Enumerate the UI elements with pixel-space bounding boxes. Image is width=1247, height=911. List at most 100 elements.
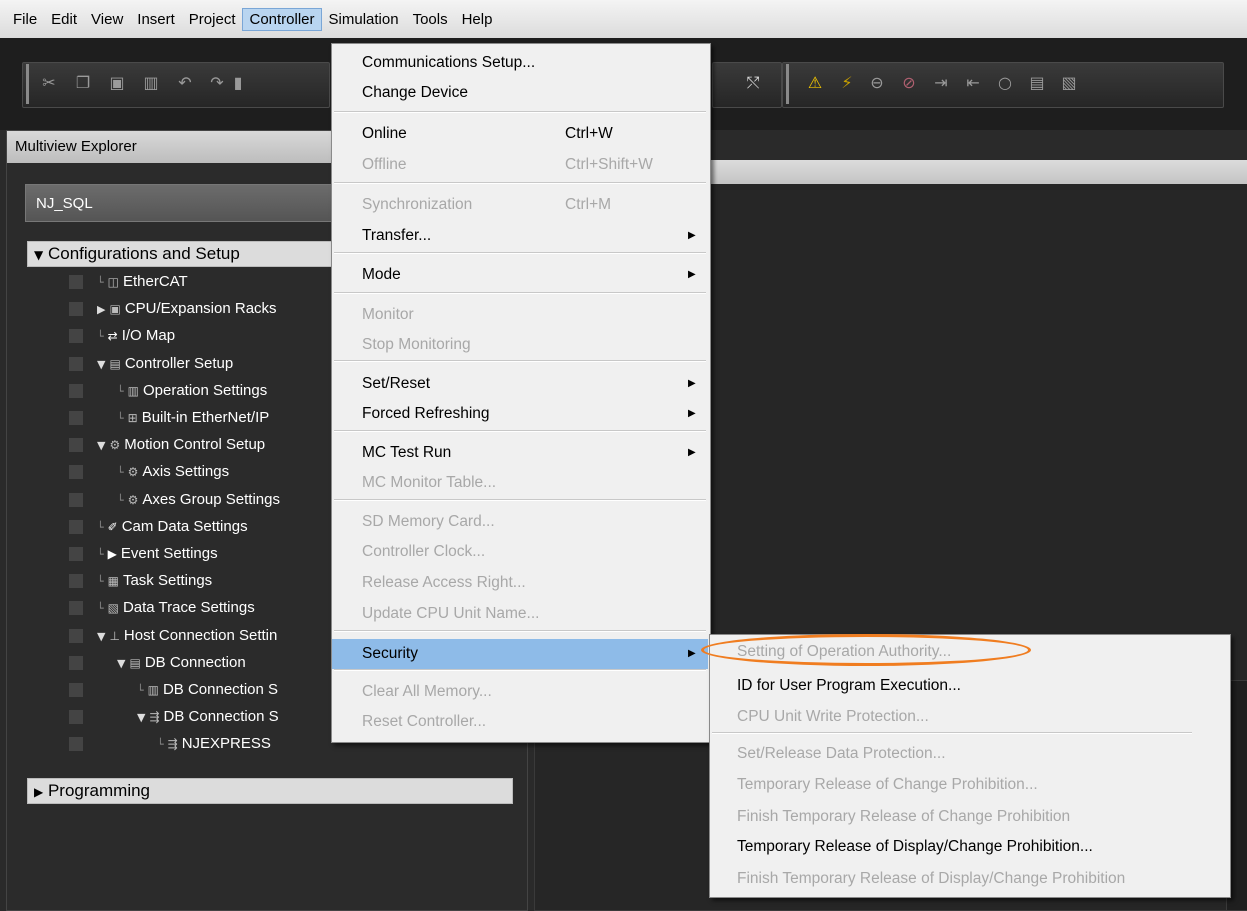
menu-insert[interactable]: Insert [130,8,182,31]
menu-item-stop-monitoring[interactable]: Stop Monitoring [332,330,708,360]
expand-icon: ▼ [34,248,44,262]
tree-item[interactable]: └ ⊞ Built-in EtherNet/IP [117,405,269,431]
undo-icon[interactable]: ↶ [174,72,196,94]
submenu-item-label: CPU Unit Write Protection... [737,708,929,725]
submenu-item-finish-temporary-release-of-change-prohibition[interactable]: Finish Temporary Release of Change Prohi… [710,802,1228,832]
expand-icon[interactable]: ▼ [97,358,105,371]
tree-item-label: Motion Control Setup [124,436,266,454]
submenu-item-setting-of-operation-authority[interactable]: Setting of Operation Authority... [710,637,1228,667]
submenu-item-temporary-release-of-change-prohibition[interactable]: Temporary Release of Change Prohibition.… [710,770,1228,800]
paste-icon[interactable]: ▣ [106,72,128,94]
menu-item-mc-test-run[interactable]: MC Test Run ▶ [332,438,708,468]
menu-item-reset-controller[interactable]: Reset Controller... [332,707,708,737]
tree-line-icon: └ [137,684,144,697]
menu-item-clear-all-memory[interactable]: Clear All Memory... [332,677,708,707]
submenu-item-set-release-data-protection[interactable]: Set/Release Data Protection... [710,739,1228,769]
menu-item-synchronization[interactable]: Synchronization Ctrl+M [332,190,708,220]
menu-project[interactable]: Project [182,8,243,31]
submenu-item-finish-temporary-release-of-display-change-prohibition[interactable]: Finish Temporary Release of Display/Chan… [710,864,1228,894]
tree-item[interactable]: ▼ ⊥ Host Connection Settin [97,623,277,649]
submenu-item-label: Finish Temporary Release of Display/Chan… [737,870,1126,887]
device-selector[interactable]: NJ_SQL [25,184,345,222]
tree-node-icon: ▣ [109,302,121,317]
menu-controller[interactable]: Controller [242,7,322,31]
programming-section[interactable]: ▶ Programming [27,778,513,804]
menu-item-shortcut: Ctrl+W [565,125,613,142]
compare-icon[interactable]: ○ [994,72,1016,94]
tree-item-checkbox [69,628,83,643]
menu-item-online[interactable]: Online Ctrl+W [332,119,708,149]
menu-item-mode[interactable]: Mode ▶ [332,260,708,290]
submenu-item-id-for-user-program-execution[interactable]: ID for User Program Execution... [710,671,1228,701]
menu-separator [334,111,706,113]
menu-item-controller-clock[interactable]: Controller Clock... [332,537,708,567]
rebuild-icon[interactable]: ▧ [1058,72,1080,94]
menu-simulation[interactable]: Simulation [322,8,406,31]
tree-item-label: DB Connection S [163,708,279,726]
tree-item[interactable]: └ ▥ Operation Settings [117,378,267,404]
expand-icon[interactable]: ▼ [97,439,105,452]
transfer-from-icon[interactable]: ⇤ [962,72,984,94]
tree-item[interactable]: └ ▧ Data Trace Settings [97,595,255,621]
tree-item[interactable]: ▼ ⇶ DB Connection S [137,704,279,730]
menu-item-release-access-right[interactable]: Release Access Right... [332,568,708,598]
tree-item[interactable]: └ ▥ DB Connection S [137,677,278,703]
expand-icon[interactable]: ▼ [117,657,125,670]
menu-item-change-device[interactable]: Change Device [332,78,708,108]
toolbar-grip-2[interactable] [786,64,789,104]
warning-icon[interactable]: ⚠ [804,72,826,94]
menu-file[interactable]: File [6,8,44,31]
menu-item-update-cpu-unit-name[interactable]: Update CPU Unit Name... [332,599,708,629]
tree-item[interactable]: ▼ ▤ Controller Setup [97,351,233,377]
tree-item[interactable]: └ ◫ EtherCAT [97,269,188,295]
toolbar-grip[interactable] [26,64,29,104]
menu-item-mc-monitor-table[interactable]: MC Monitor Table... [332,468,708,498]
menu-item-monitor[interactable]: Monitor [332,300,708,330]
tree-item[interactable]: └ ⇶ NJEXPRESS [157,731,271,757]
cut-icon[interactable]: ✂ [38,72,60,94]
controller-setup-icon[interactable]: ⤲ [742,72,764,94]
watch-icon[interactable]: ⊖ [866,72,888,94]
build-icon[interactable]: ▤ [1026,72,1048,94]
tree-item-checkbox [69,574,83,589]
redo-icon[interactable]: ↷ [206,72,228,94]
online-icon[interactable]: ⚡ [836,72,858,94]
tree-item[interactable]: └ ▦ Task Settings [97,568,212,594]
tree-item[interactable]: ▼ ⚙ Motion Control Setup [97,432,265,458]
menu-item-set-reset[interactable]: Set/Reset ▶ [332,369,708,399]
copy-icon[interactable]: ❐ [72,72,94,94]
tree-item[interactable]: └ ✐ Cam Data Settings [97,514,248,540]
submenu-item-temporary-release-of-display-change-prohibition[interactable]: Temporary Release of Display/Change Proh… [710,832,1228,862]
expand-icon[interactable]: ▼ [97,630,105,643]
menu-item-offline[interactable]: Offline Ctrl+Shift+W [332,150,708,180]
menu-view[interactable]: View [84,8,130,31]
tree-node-icon: ⇶ [167,737,178,752]
tree-item[interactable]: └ ⇄ I/O Map [97,323,175,349]
collapse-icon[interactable]: ▶ [97,303,105,316]
expand-icon[interactable]: ▼ [137,711,145,724]
paste-special-icon[interactable]: ▮ [232,72,244,94]
watch-off-icon[interactable]: ⊘ [898,72,920,94]
menu-item-transfer[interactable]: Transfer... ▶ [332,221,708,251]
tree-node-icon: ⚙ [109,438,121,453]
tree-line-icon: └ [157,738,164,752]
transfer-to-icon[interactable]: ⇥ [930,72,952,94]
tree-item[interactable]: └ ⚙ Axis Settings [117,459,229,485]
tree-item[interactable]: └ ▶ Event Settings [97,541,218,567]
menu-item-sd-memory-card[interactable]: SD Memory Card... [332,507,708,537]
tree-line-icon: └ [97,330,104,344]
menu-separator [334,182,706,184]
submenu-item-cpu-unit-write-protection[interactable]: CPU Unit Write Protection... [710,702,1228,732]
menu-item-communications-setup[interactable]: Communications Setup... [332,48,708,78]
menu-item-label: SD Memory Card... [362,513,495,530]
tree-item-checkbox [69,737,83,752]
tree-item[interactable]: ▶ ▣ CPU/Expansion Racks [97,296,277,322]
menu-edit[interactable]: Edit [44,8,84,31]
menu-item-security[interactable]: Security ▶ [332,639,708,669]
menu-item-forced-refreshing[interactable]: Forced Refreshing ▶ [332,399,708,429]
menu-help[interactable]: Help [455,8,500,31]
delete-icon[interactable]: ▥ [140,72,162,94]
menu-tools[interactable]: Tools [406,8,455,31]
tree-item[interactable]: ▼ ▤ DB Connection [117,650,246,676]
tree-item[interactable]: └ ⚙ Axes Group Settings [117,487,280,513]
